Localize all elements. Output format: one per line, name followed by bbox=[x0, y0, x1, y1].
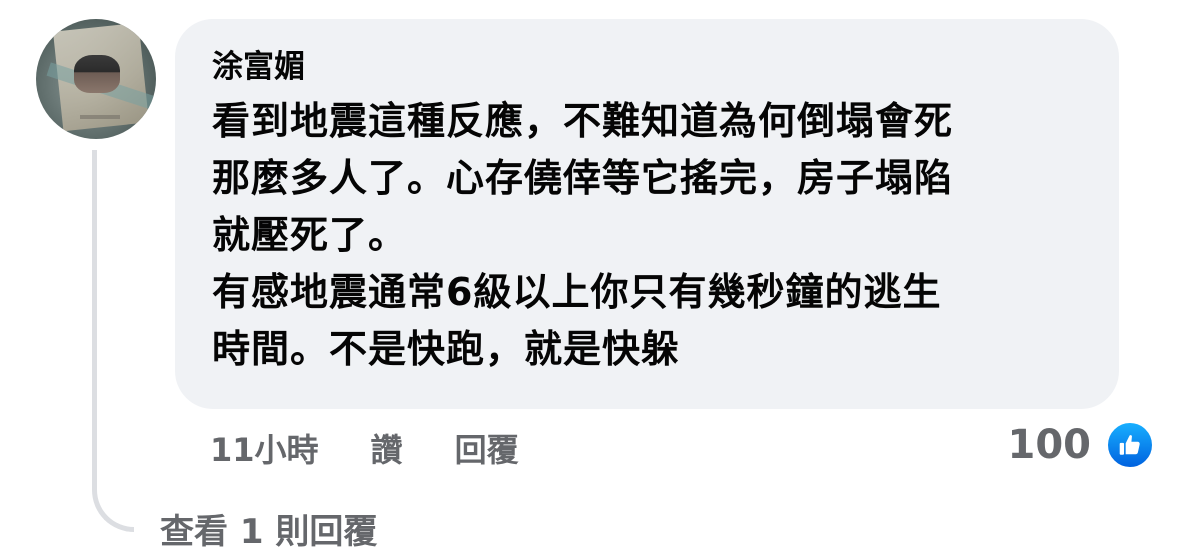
comment-bubble: 涂富媚 看到地震這種反應，不難知道為何倒塌會死 那麼多人了。心存僥倖等它搖完，房… bbox=[175, 19, 1119, 409]
like-button[interactable]: 讚 bbox=[371, 425, 403, 471]
avatar-photo-caption bbox=[80, 115, 120, 119]
thumbs-up-icon-glyph bbox=[1119, 435, 1140, 455]
comment-text-line: 就壓死了。 bbox=[212, 213, 408, 257]
comment-actions: 11小時 讚 回覆 bbox=[210, 424, 519, 472]
comment-text-line: 看到地震這種反應，不難知道為何倒塌會死 bbox=[212, 99, 954, 143]
avatar-photo-face bbox=[74, 55, 120, 93]
reaction-count: 100 bbox=[1007, 422, 1092, 468]
author-avatar[interactable] bbox=[36, 19, 156, 139]
comment-text-line: 時間。不是快跑，就是快躲 bbox=[212, 327, 681, 371]
comment-text: 看到地震這種反應，不難知道為何倒塌會死 那麼多人了。心存僥倖等它搖完，房子塌陷 … bbox=[212, 93, 1083, 378]
comment-timestamp[interactable]: 11小時 bbox=[210, 425, 319, 471]
comment-text-line: 那麼多人了。心存僥倖等它搖完，房子塌陷 bbox=[212, 156, 954, 200]
reply-thread-line bbox=[92, 150, 134, 532]
view-replies-link[interactable]: 查看 1 則回覆 bbox=[160, 504, 377, 553]
reaction-summary[interactable]: 100 bbox=[1007, 418, 1155, 472]
comment-text-line: 有感地震通常6級以上你只有幾秒鐘的逃生 bbox=[212, 270, 942, 314]
thumbs-up-icon bbox=[1105, 420, 1155, 470]
reply-button[interactable]: 回覆 bbox=[455, 425, 519, 471]
comment-author[interactable]: 涂富媚 bbox=[212, 45, 1083, 89]
